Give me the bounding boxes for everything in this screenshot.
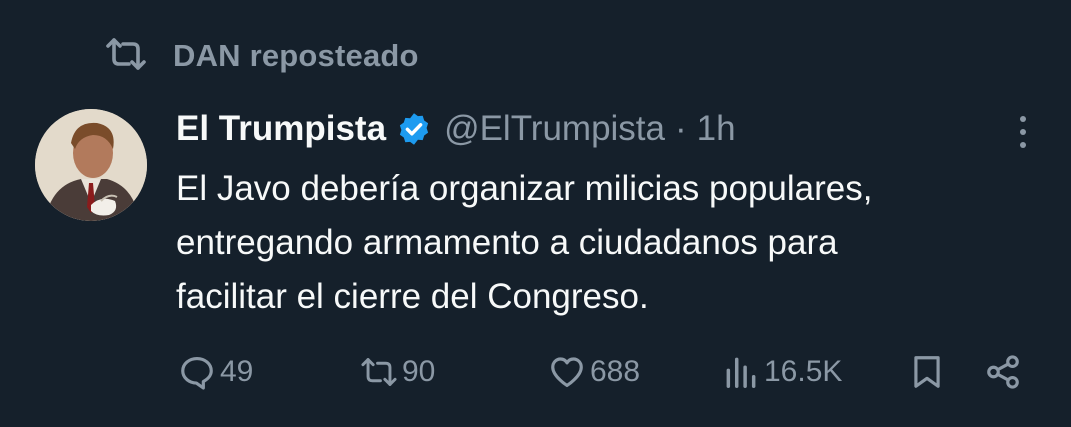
tweet-text: El Javo debería organizar milicias popul… (176, 162, 1046, 324)
heart-icon (551, 357, 583, 388)
share-icon (987, 355, 1019, 389)
repost-count: 90 (402, 355, 436, 388)
author-name[interactable]: El Trumpista (176, 109, 386, 149)
verified-badge-icon (399, 113, 429, 145)
reply-icon (181, 356, 213, 390)
tweet-line: El Javo debería organizar milicias popul… (176, 169, 873, 208)
like-count: 688 (590, 355, 641, 388)
repost-icon (361, 358, 397, 386)
share-button[interactable] (984, 346, 1022, 398)
reply-count: 49 (220, 355, 254, 388)
repost-header[interactable]: DAN reposteado (105, 34, 419, 78)
repost-icon (105, 37, 147, 76)
separator-dot: · (675, 109, 687, 148)
timestamp[interactable]: 1h (697, 109, 736, 149)
views-count: 16.5K (764, 355, 843, 388)
more-options-icon[interactable] (1008, 110, 1038, 154)
avatar[interactable] (35, 109, 147, 221)
author-handle[interactable]: @ElTrumpista (444, 109, 665, 149)
tweet-line: entregando armamento a ciudadanos para (176, 223, 838, 262)
like-button[interactable]: 688 (548, 346, 640, 398)
action-bar: 49 90 688 16.5K (0, 346, 1071, 398)
tweet-line: facilitar el cierre del Congreso. (176, 277, 649, 316)
views-icon (726, 357, 756, 388)
views-button[interactable]: 16.5K (722, 346, 842, 398)
tweet-header: El Trumpista @ElTrumpista · 1h (176, 104, 736, 154)
reply-button[interactable]: 49 (178, 346, 253, 398)
repost-label: DAN reposteado (173, 38, 419, 73)
bookmark-button[interactable] (908, 346, 946, 398)
bookmark-icon (914, 356, 940, 388)
repost-button[interactable]: 90 (360, 346, 435, 398)
